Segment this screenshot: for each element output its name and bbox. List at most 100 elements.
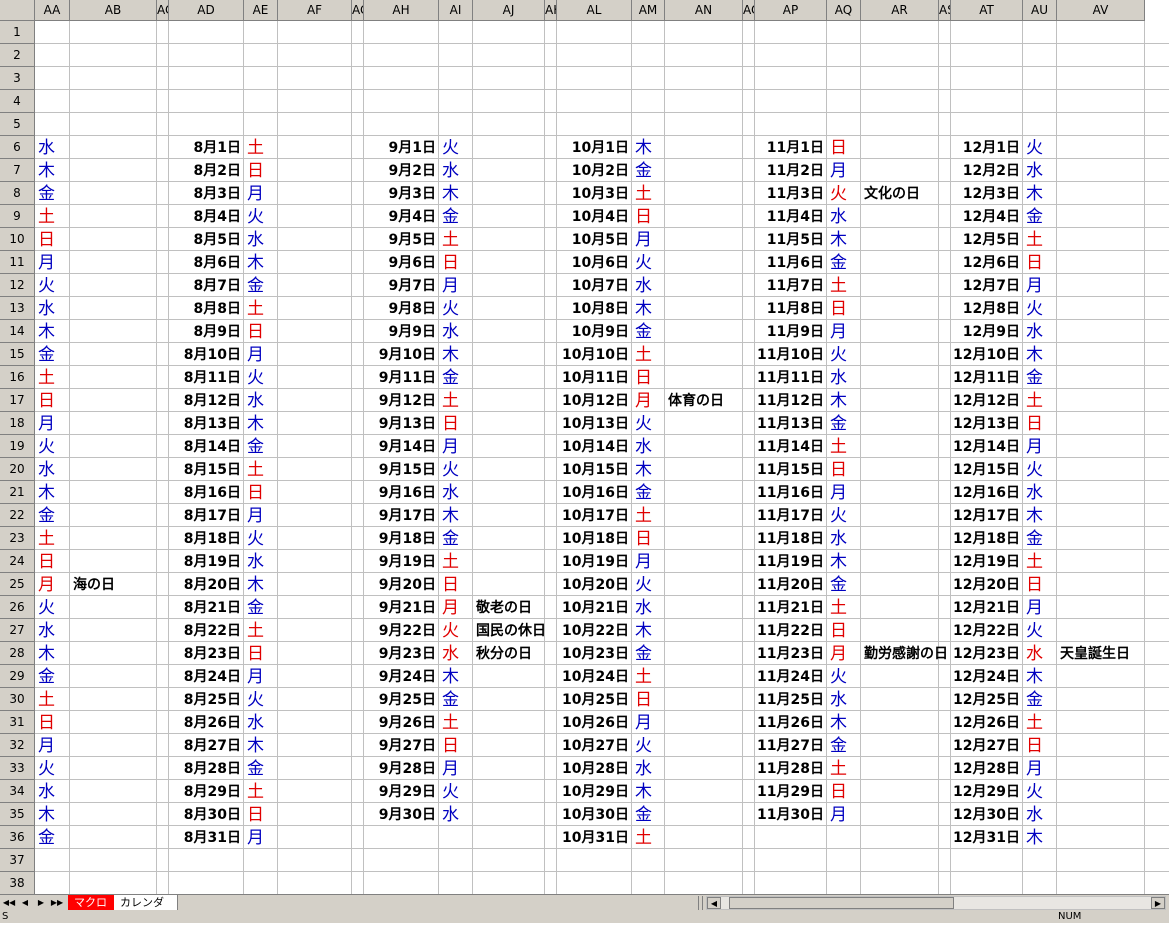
date-cell[interactable]: 12月24日 [951,665,1023,688]
weekday-cell[interactable]: 木 [244,412,278,435]
weekday-cell[interactable]: 日 [244,642,278,665]
date-cell[interactable]: 11月27日 [755,734,827,757]
weekday-cell[interactable]: 木 [632,780,665,803]
date-cell[interactable]: 10月14日 [557,435,632,458]
date-cell[interactable]: 11月11日 [755,366,827,389]
weekday-cell[interactable]: 火 [244,205,278,228]
date-cell[interactable]: 11月24日 [755,665,827,688]
date-cell[interactable]: 12月28日 [951,757,1023,780]
row-header[interactable]: 16 [0,366,35,389]
weekday-cell[interactable]: 火 [632,251,665,274]
weekday-cell[interactable]: 日 [439,251,473,274]
date-cell[interactable]: 8月21日 [169,596,244,619]
date-cell[interactable]: 8月16日 [169,481,244,504]
date-cell[interactable]: 10月31日 [557,826,632,849]
weekday-cell[interactable]: 日 [244,481,278,504]
date-cell[interactable]: 10月20日 [557,573,632,596]
date-cell[interactable]: 9月8日 [364,297,439,320]
weekday-cell[interactable]: 水 [1023,159,1057,182]
date-cell[interactable]: 9月7日 [364,274,439,297]
weekday-cell[interactable]: 木 [35,320,70,343]
weekday-cell[interactable]: 火 [1023,619,1057,642]
column-header[interactable]: AJ [473,0,545,21]
date-cell[interactable]: 12月21日 [951,596,1023,619]
date-cell[interactable]: 11月7日 [755,274,827,297]
date-cell[interactable]: 11月14日 [755,435,827,458]
date-cell[interactable]: 11月6日 [755,251,827,274]
weekday-cell[interactable]: 日 [827,297,861,320]
date-cell[interactable]: 11月9日 [755,320,827,343]
weekday-cell[interactable]: 土 [632,826,665,849]
date-cell[interactable]: 11月4日 [755,205,827,228]
weekday-cell[interactable]: 木 [35,803,70,826]
weekday-cell[interactable]: 木 [244,573,278,596]
date-cell[interactable]: 9月28日 [364,757,439,780]
date-cell[interactable]: 12月13日 [951,412,1023,435]
date-cell[interactable]: 9月9日 [364,320,439,343]
weekday-cell[interactable]: 土 [244,458,278,481]
date-cell[interactable]: 10月3日 [557,182,632,205]
scroll-right-arrow-icon[interactable]: ▶ [1151,897,1165,909]
holiday-name-cell[interactable]: 体育の日 [665,389,724,412]
weekday-cell[interactable]: 月 [439,596,473,619]
date-cell[interactable]: 11月13日 [755,412,827,435]
date-cell[interactable]: 8月27日 [169,734,244,757]
weekday-cell[interactable]: 火 [439,458,473,481]
weekday-cell[interactable]: 金 [632,642,665,665]
weekday-cell[interactable]: 土 [1023,550,1057,573]
date-cell[interactable]: 12月1日 [951,136,1023,159]
weekday-cell[interactable]: 日 [35,711,70,734]
row-header[interactable]: 21 [0,481,35,504]
date-cell[interactable]: 12月17日 [951,504,1023,527]
date-cell[interactable]: 10月1日 [557,136,632,159]
horizontal-scrollbar[interactable]: ◀ ▶ [706,896,1166,910]
weekday-cell[interactable]: 火 [1023,458,1057,481]
weekday-cell[interactable]: 日 [632,527,665,550]
row-header[interactable]: 4 [0,90,35,113]
row-header[interactable]: 11 [0,251,35,274]
weekday-cell[interactable]: 日 [439,734,473,757]
row-header[interactable]: 9 [0,205,35,228]
weekday-cell[interactable]: 月 [439,757,473,780]
date-cell[interactable]: 12月10日 [951,343,1023,366]
date-cell[interactable]: 8月15日 [169,458,244,481]
date-cell[interactable]: 11月15日 [755,458,827,481]
weekday-cell[interactable]: 火 [632,734,665,757]
weekday-cell[interactable]: 水 [827,527,861,550]
row-header[interactable]: 6 [0,136,35,159]
date-cell[interactable]: 8月8日 [169,297,244,320]
weekday-cell[interactable]: 月 [244,182,278,205]
date-cell[interactable]: 8月4日 [169,205,244,228]
date-cell[interactable]: 9月22日 [364,619,439,642]
row-header[interactable]: 25 [0,573,35,596]
weekday-cell[interactable]: 木 [632,619,665,642]
weekday-cell[interactable]: 水 [632,435,665,458]
row-header[interactable]: 29 [0,665,35,688]
weekday-cell[interactable]: 木 [632,458,665,481]
weekday-cell[interactable]: 木 [1023,665,1057,688]
row-header[interactable]: 38 [0,872,35,894]
row-header[interactable]: 8 [0,182,35,205]
column-header[interactable]: AQ [827,0,861,21]
date-cell[interactable]: 9月24日 [364,665,439,688]
weekday-cell[interactable]: 金 [244,757,278,780]
weekday-cell[interactable]: 月 [827,642,861,665]
weekday-cell[interactable]: 火 [244,366,278,389]
date-cell[interactable]: 12月20日 [951,573,1023,596]
weekday-cell[interactable]: 木 [827,550,861,573]
date-cell[interactable]: 9月2日 [364,159,439,182]
date-cell[interactable]: 10月23日 [557,642,632,665]
weekday-cell[interactable]: 土 [827,274,861,297]
row-header[interactable]: 34 [0,780,35,803]
date-cell[interactable]: 10月4日 [557,205,632,228]
row-header[interactable]: 27 [0,619,35,642]
row-header[interactable]: 7 [0,159,35,182]
date-cell[interactable]: 12月8日 [951,297,1023,320]
date-cell[interactable]: 12月23日 [951,642,1023,665]
column-header[interactable]: AC [157,0,169,21]
weekday-cell[interactable]: 金 [827,573,861,596]
date-cell[interactable]: 10月15日 [557,458,632,481]
weekday-cell[interactable]: 日 [1023,734,1057,757]
date-cell[interactable]: 11月18日 [755,527,827,550]
date-cell[interactable]: 9月19日 [364,550,439,573]
